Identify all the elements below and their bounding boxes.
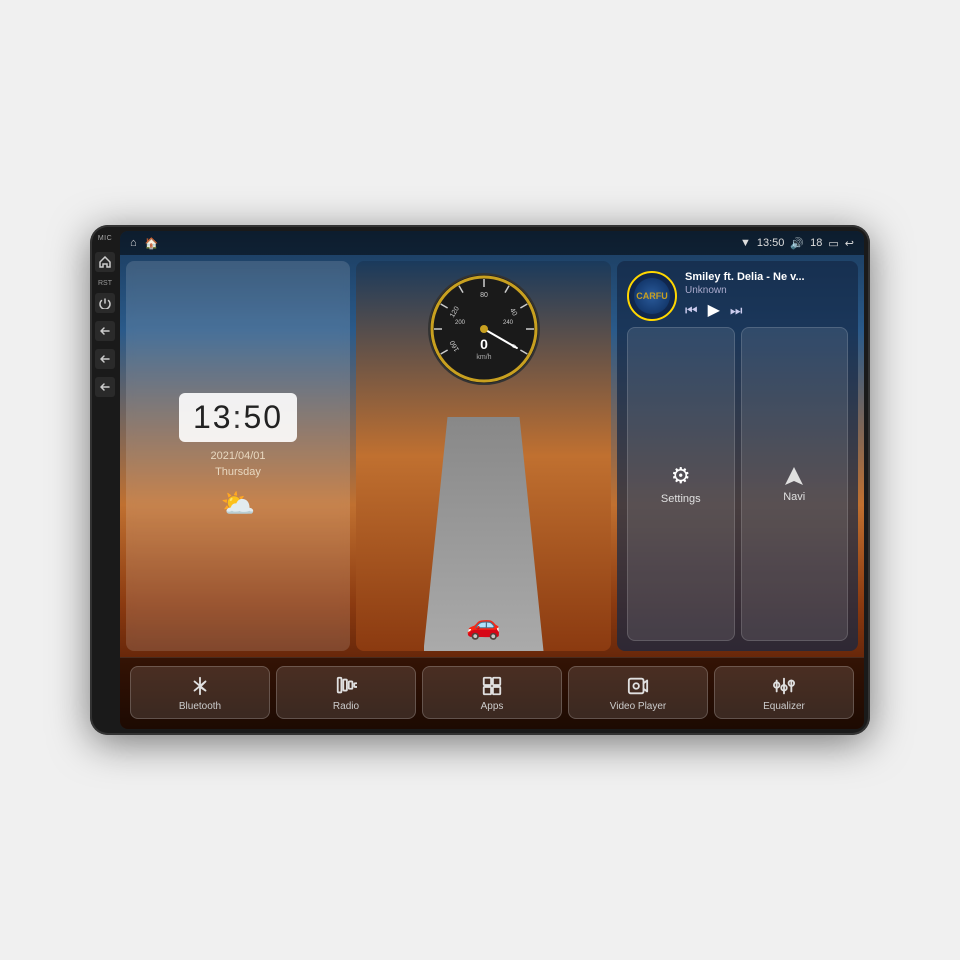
video-player-label: Video Player [610, 701, 667, 712]
equalizer-label: Equalizer [763, 701, 805, 712]
carfu-logo: CARFU [636, 291, 668, 301]
speedometer-widget: 80 120 40 160 0 200 240 [356, 261, 611, 651]
back-icon: ↩ [845, 237, 854, 250]
settings-label: Settings [661, 493, 701, 505]
gauge-svg: 80 120 40 160 0 200 240 [424, 269, 544, 389]
bluetooth-label: Bluetooth [179, 701, 221, 712]
radio-icon [335, 675, 357, 697]
clock-time: 13:50 [193, 399, 283, 436]
settings-navi-row: ⚙ Settings Navi [627, 327, 848, 641]
weather-icon: ⛅ [221, 487, 256, 520]
svg-text:0: 0 [480, 336, 488, 352]
svg-text:240: 240 [502, 320, 513, 326]
bluetooth-app-button[interactable]: Bluetooth [130, 666, 270, 719]
clock-widget: 13:50 2021/04/01 Thursday ⛅ [126, 261, 350, 651]
back-side-button-3[interactable] [95, 377, 115, 397]
prev-button[interactable]: ⏮ [685, 302, 698, 319]
power-side-button[interactable] [95, 293, 115, 313]
navi-tile[interactable]: Navi [741, 327, 849, 641]
clock-date: 2021/04/01 Thursday [210, 448, 265, 481]
gauge-container: 80 120 40 160 0 200 240 [424, 269, 544, 389]
side-buttons-panel: MIC RST [90, 225, 120, 735]
music-widget: CARFU Smiley ft. Delia - Ne v... Unknown… [617, 261, 858, 651]
mic-label: MIC [98, 235, 112, 242]
clock-display: 13:50 [179, 393, 297, 442]
settings-icon: ⚙ [671, 463, 691, 489]
screen-icon: ▭ [828, 237, 838, 250]
clock-date-line1: 2021/04/01 [210, 448, 265, 465]
svg-text:km/h: km/h [476, 354, 491, 361]
main-content-area: 13:50 2021/04/01 Thursday ⛅ [120, 255, 864, 657]
equalizer-icon [773, 675, 795, 697]
clock-colon: : [233, 399, 244, 435]
screen-wrapper: ⌂ 🏠 ▼ 13:50 🔊 18 ▭ ↩ [120, 225, 870, 735]
volume-icon: 🔊 [790, 237, 804, 250]
music-info: Smiley ft. Delia - Ne v... Unknown ⏮ ▶ ⏭ [685, 271, 848, 320]
bottom-app-bar: Bluetooth Radio [120, 657, 864, 729]
top-widgets-row: 13:50 2021/04/01 Thursday ⛅ [126, 261, 858, 651]
navi-label: Navi [783, 491, 805, 503]
music-top: CARFU Smiley ft. Delia - Ne v... Unknown… [627, 271, 848, 321]
svg-text:200: 200 [454, 320, 465, 326]
volume-level: 18 [810, 237, 822, 249]
navi-icon [783, 465, 805, 487]
back-side-button-2[interactable] [95, 349, 115, 369]
apps-label: Apps [481, 701, 504, 712]
rst-label: RST [98, 280, 112, 287]
next-button[interactable]: ⏭ [730, 302, 743, 319]
clock-hour: 13 [193, 399, 233, 435]
music-title: Smiley ft. Delia - Ne v... [685, 271, 848, 283]
status-bar: ⌂ 🏠 ▼ 13:50 🔊 18 ▭ ↩ [120, 231, 864, 255]
settings-tile[interactable]: ⚙ Settings [627, 327, 735, 641]
status-left: ⌂ 🏠 [130, 237, 158, 250]
clock-date-line2: Thursday [210, 464, 265, 481]
main-screen: ⌂ 🏠 ▼ 13:50 🔊 18 ▭ ↩ [120, 231, 864, 729]
head-unit: MIC RST [90, 225, 870, 735]
album-art-inner: CARFU [634, 278, 670, 314]
album-art: CARFU [627, 271, 677, 321]
house-status-icon: 🏠 [145, 237, 159, 250]
play-button[interactable]: ▶ [708, 300, 720, 320]
apps-app-button[interactable]: Apps [422, 666, 562, 719]
home-side-button[interactable] [95, 252, 115, 272]
apps-icon [481, 675, 503, 697]
radio-label: Radio [333, 701, 359, 712]
equalizer-app-button[interactable]: Equalizer [714, 666, 854, 719]
svg-text:80: 80 [480, 292, 488, 299]
back-side-button-1[interactable] [95, 321, 115, 341]
music-artist: Unknown [685, 285, 848, 296]
signal-icon: ▼ [740, 237, 751, 249]
status-right: ▼ 13:50 🔊 18 ▭ ↩ [740, 237, 854, 250]
bluetooth-icon [189, 675, 211, 697]
status-time: 13:50 [757, 237, 785, 249]
music-controls: ⏮ ▶ ⏭ [685, 300, 848, 320]
video-icon [627, 675, 649, 697]
car-silhouette: 🚗 [466, 608, 501, 641]
home-status-icon: ⌂ [130, 237, 137, 249]
clock-minute: 50 [243, 399, 283, 435]
video-player-app-button[interactable]: Video Player [568, 666, 708, 719]
radio-app-button[interactable]: Radio [276, 666, 416, 719]
